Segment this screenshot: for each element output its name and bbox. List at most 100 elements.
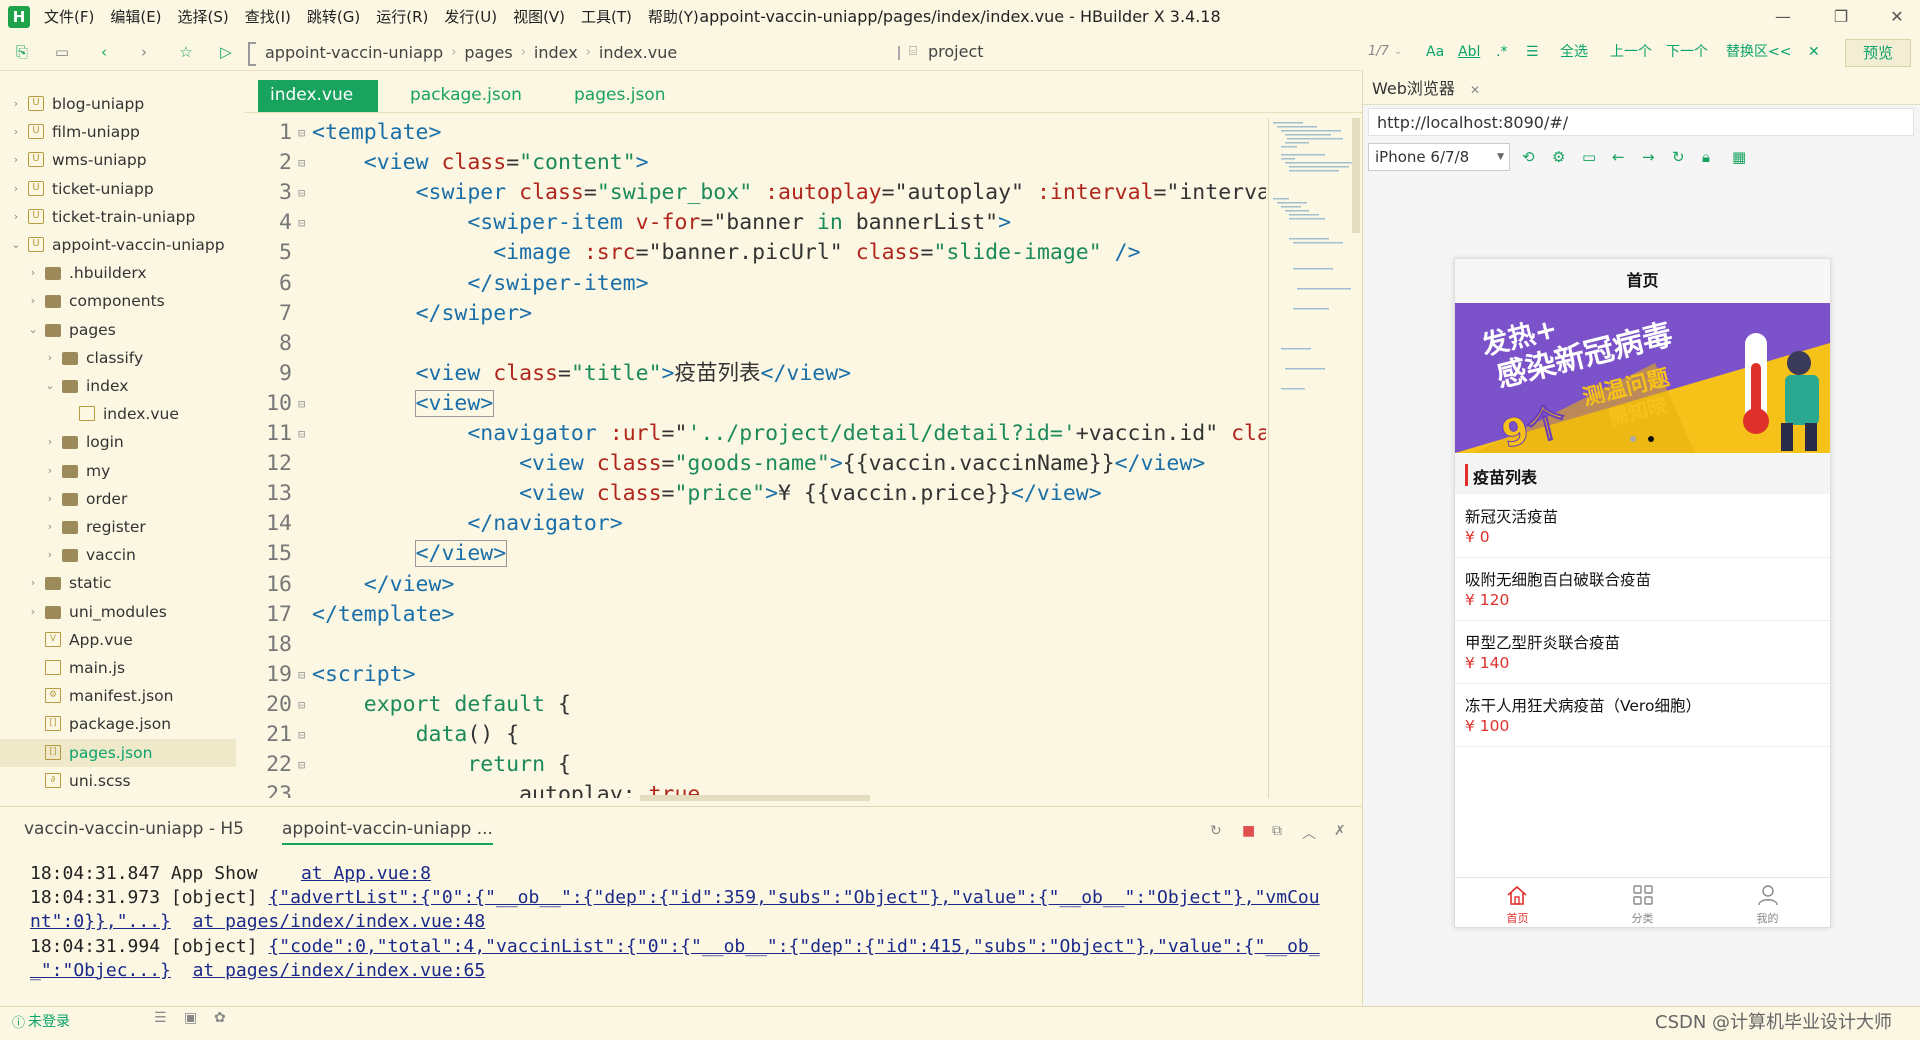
fold-icon[interactable]: ⊟ [298, 750, 305, 780]
tree-item[interactable]: › order [0, 485, 236, 513]
tree-item[interactable]: V App.vue [0, 626, 236, 654]
vaccine-item[interactable]: 甲型乙型肝炎联合疫苗 ¥ 140 [1455, 621, 1830, 684]
back-icon[interactable]: ‹ [94, 42, 114, 62]
console-tab-h5[interactable]: vaccin-vaccin-uniapp - H5 [24, 819, 244, 839]
chevron-right-icon[interactable]: › [10, 90, 22, 118]
chevron-right-icon[interactable]: › [10, 203, 22, 231]
match-case-toggle[interactable]: Aa [1426, 34, 1444, 70]
phone-tab-my[interactable]: 我的 [1705, 878, 1830, 927]
close-tab-icon[interactable]: ✕ [1470, 83, 1480, 97]
console-tab-appoint[interactable]: appoint-vaccin-uniapp ... [282, 819, 493, 845]
collapse-up-icon[interactable]: ︿ [1302, 823, 1316, 843]
tab-index-vue[interactable]: index.vue [258, 80, 378, 112]
phone-tab-home[interactable]: 首页 [1455, 878, 1580, 927]
fold-icon[interactable]: ⊟ [298, 118, 305, 148]
close-find-icon[interactable]: ✕ [1808, 34, 1820, 70]
tree-item[interactable]: › classify [0, 344, 236, 372]
restart-icon[interactable]: ↻ [1210, 823, 1222, 839]
vaccine-item[interactable]: 吸附无细胞百白破联合疫苗 ¥ 120 [1455, 558, 1830, 621]
fold-icon[interactable]: ⊟ [298, 389, 305, 419]
tree-item[interactable]: index.vue [0, 400, 236, 428]
regex-toggle-icon[interactable]: .* [1496, 34, 1507, 70]
chevron-right-icon[interactable]: › [44, 513, 56, 541]
list-view-icon[interactable]: ☰ [154, 1010, 167, 1026]
whole-word-toggle[interactable]: Abl [1458, 34, 1480, 70]
list-icon[interactable]: ☰ [1526, 34, 1539, 70]
fold-icon[interactable]: ⊟ [298, 690, 305, 720]
tree-item[interactable]: › Ublog-uniapp [0, 90, 236, 118]
log-object-link[interactable]: {"advertList":{"0":{"__ob__":{"dep":{"id… [268, 887, 1319, 908]
chevron-right-icon[interactable]: › [44, 485, 56, 513]
tree-item[interactable]: › components [0, 287, 236, 315]
favorite-icon[interactable]: ☆ [176, 42, 196, 62]
close-window-icon[interactable]: ✕ [1874, 0, 1920, 34]
tree-item[interactable]: › Uticket-uniapp [0, 175, 236, 203]
log-source-link[interactable]: at App.vue:8 [301, 863, 431, 884]
find-next-button[interactable]: 下一个 [1666, 34, 1708, 70]
menu-goto[interactable]: 跳转(G) [299, 0, 368, 34]
rotate-icon[interactable]: ⟲ [1522, 148, 1535, 166]
forward-arrow-icon[interactable]: → [1642, 148, 1655, 166]
chevron-right-icon[interactable]: › [44, 344, 56, 372]
fold-icon[interactable]: ⊟ [298, 419, 305, 449]
tree-item[interactable]: › Ufilm-uniapp [0, 118, 236, 146]
log-source-link[interactable]: at pages/index/index.vue:65 [193, 960, 486, 981]
log-object-link[interactable]: nt":0}},"...} [30, 911, 171, 932]
tree-item[interactable]: › register [0, 513, 236, 541]
log-source-link[interactable]: at pages/index/index.vue:48 [193, 911, 486, 932]
forward-icon[interactable]: › [134, 42, 154, 62]
qrcode-icon[interactable]: ▦ [1732, 148, 1746, 166]
tree-item[interactable]: › Uticket-train-uniapp [0, 203, 236, 231]
fold-icon[interactable]: ⊟ [298, 660, 305, 690]
code-editor[interactable]: 1 ⊟ <template> 2 ⊟ <view class="content"> 3 ⊟ … [258, 118, 1266, 798]
menu-find[interactable]: 查找(I) [237, 0, 299, 34]
find-previous-button[interactable]: 上一个 [1610, 34, 1652, 70]
minimap[interactable] [1268, 118, 1359, 798]
tree-item[interactable]: › my [0, 457, 236, 485]
url-input[interactable]: http://localhost:8090/#/ [1368, 108, 1914, 136]
log-object-link[interactable]: {"code":0,"total":4,"vaccinList":{"0":{"… [268, 936, 1319, 957]
open-external-icon[interactable]: ⧉ [1272, 823, 1282, 839]
lock-icon[interactable]: 🔒︎ [1702, 148, 1710, 166]
tree-item[interactable]: › .hbuilderx [0, 259, 236, 287]
settings-icon[interactable]: ⚙ [1552, 148, 1565, 166]
breadcrumb-pages[interactable]: pages [464, 43, 512, 62]
tree-item[interactable]: ⌄ pages [0, 316, 236, 344]
fold-icon[interactable]: ⊟ [298, 148, 305, 178]
chevron-right-icon[interactable]: › [27, 287, 39, 315]
save-icon[interactable]: ▭ [52, 42, 72, 62]
breadcrumb-project[interactable]: appoint-vaccin-uniapp [265, 43, 443, 62]
clear-console-icon[interactable]: ✗ [1334, 823, 1346, 839]
tree-item[interactable]: ⌄ Uappoint-vaccin-uniapp [0, 231, 236, 259]
editor-horizontal-scrollbar[interactable] [640, 795, 870, 801]
menu-tools[interactable]: 工具(T) [573, 0, 640, 34]
palette-icon[interactable]: ✿ [214, 1010, 226, 1026]
back-arrow-icon[interactable]: ← [1612, 148, 1625, 166]
login-status[interactable]: 未登录 [28, 1011, 70, 1031]
banner-swiper[interactable]: 发热+ 感染新冠病毒 9个 测温问题 需知晓 [1455, 303, 1830, 453]
chevron-right-icon[interactable]: › [44, 428, 56, 456]
tree-item[interactable]: › static [0, 569, 236, 597]
chevron-down-icon[interactable]: ⌄ [44, 372, 56, 400]
select-all-button[interactable]: 全选 [1560, 34, 1588, 70]
tree-item[interactable]: ⚙ manifest.json [0, 682, 236, 710]
menu-run[interactable]: 运行(R) [368, 0, 436, 34]
preview-button[interactable]: 预览 [1845, 39, 1911, 67]
screenshot-icon[interactable]: ▭ [1582, 148, 1596, 166]
tab-pages-json[interactable]: pages.json [562, 80, 677, 112]
tab-web-browser[interactable]: Web浏览器 ✕ [1372, 75, 1480, 99]
fold-icon[interactable]: ⊟ [298, 208, 305, 238]
chevron-down-icon[interactable]: ⌄ [1394, 34, 1402, 70]
tree-item[interactable]: › uni_modules [0, 598, 236, 626]
chevron-right-icon[interactable]: › [27, 259, 39, 287]
menu-edit[interactable]: 编辑(E) [102, 0, 169, 34]
chevron-right-icon[interactable]: › [44, 457, 56, 485]
editor-scrollbar[interactable] [1352, 118, 1360, 233]
menu-view[interactable]: 视图(V) [505, 0, 573, 34]
stop-icon[interactable]: ■ [1242, 823, 1255, 839]
maximize-icon[interactable]: ❐ [1818, 0, 1864, 34]
device-select[interactable]: iPhone 6/7/8 ▼ [1368, 143, 1510, 171]
find-input[interactable]: project [928, 34, 984, 70]
breadcrumb-file[interactable]: index.vue [599, 43, 677, 62]
tree-item[interactable]: › login [0, 428, 236, 456]
